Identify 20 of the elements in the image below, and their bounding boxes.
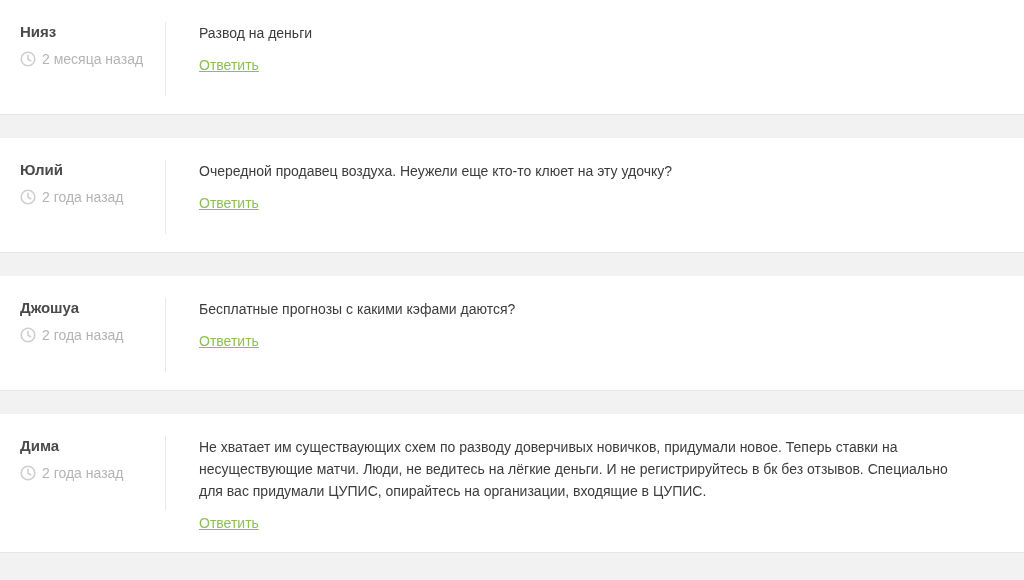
clock-icon xyxy=(20,327,36,343)
reply-link[interactable]: Ответить xyxy=(199,54,259,76)
comment-text: Не хватает им существаующих схем по разводу доверчивых новичков, придумали новое. Теперь ставки на несуществующие матчи. Люди, не ведитесь на лёгкие деньги. И не регистрируйтесь в бк без отзывов. Специально для вас придумали ЦУПИС, опирайтесь на организации, входящие в ЦУПИС. xyxy=(199,438,949,501)
comment-time: 2 года назад xyxy=(42,188,124,206)
clock-icon xyxy=(20,189,36,205)
comment-text: Бесплатные прогнозы с какими кэфами даются? xyxy=(199,300,517,319)
comment-text: Развод на деньги xyxy=(199,24,314,43)
comment-time: 2 месяца назад xyxy=(42,50,144,68)
comment-time: 2 года назад xyxy=(42,326,124,344)
reply-link[interactable]: Ответить xyxy=(199,512,259,534)
comment-time: 2 года назад xyxy=(42,464,124,482)
reply-link[interactable]: Ответить xyxy=(199,330,259,352)
author-name: Нияз xyxy=(20,22,58,42)
clock-icon xyxy=(20,465,36,481)
clock-icon xyxy=(20,51,36,67)
comment-text: Очередной продавец воздуха. Неужели еще кто-то клюет на эту удочку? xyxy=(199,162,674,181)
author-name: Джошуа xyxy=(20,298,81,318)
author-name: Юлий xyxy=(20,160,65,180)
author-name: Дима xyxy=(20,436,61,456)
reply-link[interactable]: Ответить xyxy=(199,192,259,214)
